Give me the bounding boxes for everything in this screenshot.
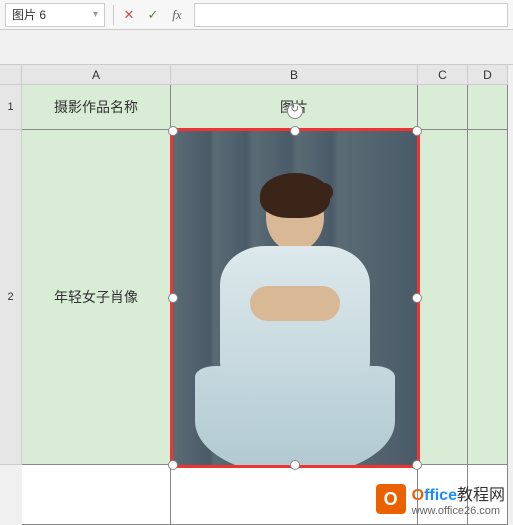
watermark-brand-o: O xyxy=(412,487,424,504)
cell-c1[interactable] xyxy=(418,85,468,130)
person-illustration xyxy=(195,181,395,465)
resize-handle-br[interactable] xyxy=(412,460,422,470)
cell-a1[interactable]: 摄影作品名称 xyxy=(22,85,171,130)
row-header-1[interactable]: 1 xyxy=(0,85,22,130)
resize-handle-tl[interactable] xyxy=(168,126,178,136)
cancel-button[interactable]: ✕ xyxy=(117,3,141,27)
resize-handle-tr[interactable] xyxy=(412,126,422,136)
col-header-d[interactable]: D xyxy=(468,65,508,85)
watermark-url: www.office26.com xyxy=(412,505,505,517)
watermark-text: Office教程网 www.office26.com xyxy=(412,481,505,517)
cell-c2[interactable] xyxy=(418,130,468,465)
cell-a2[interactable]: 年轻女子肖像 xyxy=(22,130,171,465)
row-header-2[interactable]: 2 xyxy=(0,130,22,465)
watermark-icon: O xyxy=(376,484,406,514)
col-header-b[interactable]: B xyxy=(171,65,418,85)
watermark-cn: 教程网 xyxy=(457,487,505,504)
resize-handle-mr[interactable] xyxy=(412,293,422,303)
selected-image[interactable] xyxy=(170,128,420,468)
name-box[interactable]: 图片 6 xyxy=(5,3,105,27)
fx-button[interactable]: fx xyxy=(165,3,189,27)
divider xyxy=(113,5,114,25)
col-header-c[interactable]: C xyxy=(418,65,468,85)
resize-handle-bl[interactable] xyxy=(168,460,178,470)
resize-handle-bm[interactable] xyxy=(290,460,300,470)
photo-content xyxy=(173,131,417,465)
cell-a3[interactable] xyxy=(22,465,171,525)
cell-d2[interactable] xyxy=(468,130,508,465)
confirm-button[interactable]: ✓ xyxy=(141,3,165,27)
formula-bar: 图片 6 ✕ ✓ fx xyxy=(0,0,513,30)
formula-input[interactable] xyxy=(194,3,508,27)
row-headers: 1 2 xyxy=(0,85,22,465)
cell-d1[interactable] xyxy=(468,85,508,130)
select-all-corner[interactable] xyxy=(0,65,22,85)
column-headers: A B C D xyxy=(22,65,508,85)
watermark-brand: ffice xyxy=(424,487,457,504)
rotate-handle[interactable] xyxy=(287,103,303,119)
watermark: O Office教程网 www.office26.com xyxy=(376,481,505,517)
toolbar-gap xyxy=(0,30,513,65)
col-header-a[interactable]: A xyxy=(22,65,171,85)
resize-handle-tm[interactable] xyxy=(290,126,300,136)
resize-handle-ml[interactable] xyxy=(168,293,178,303)
